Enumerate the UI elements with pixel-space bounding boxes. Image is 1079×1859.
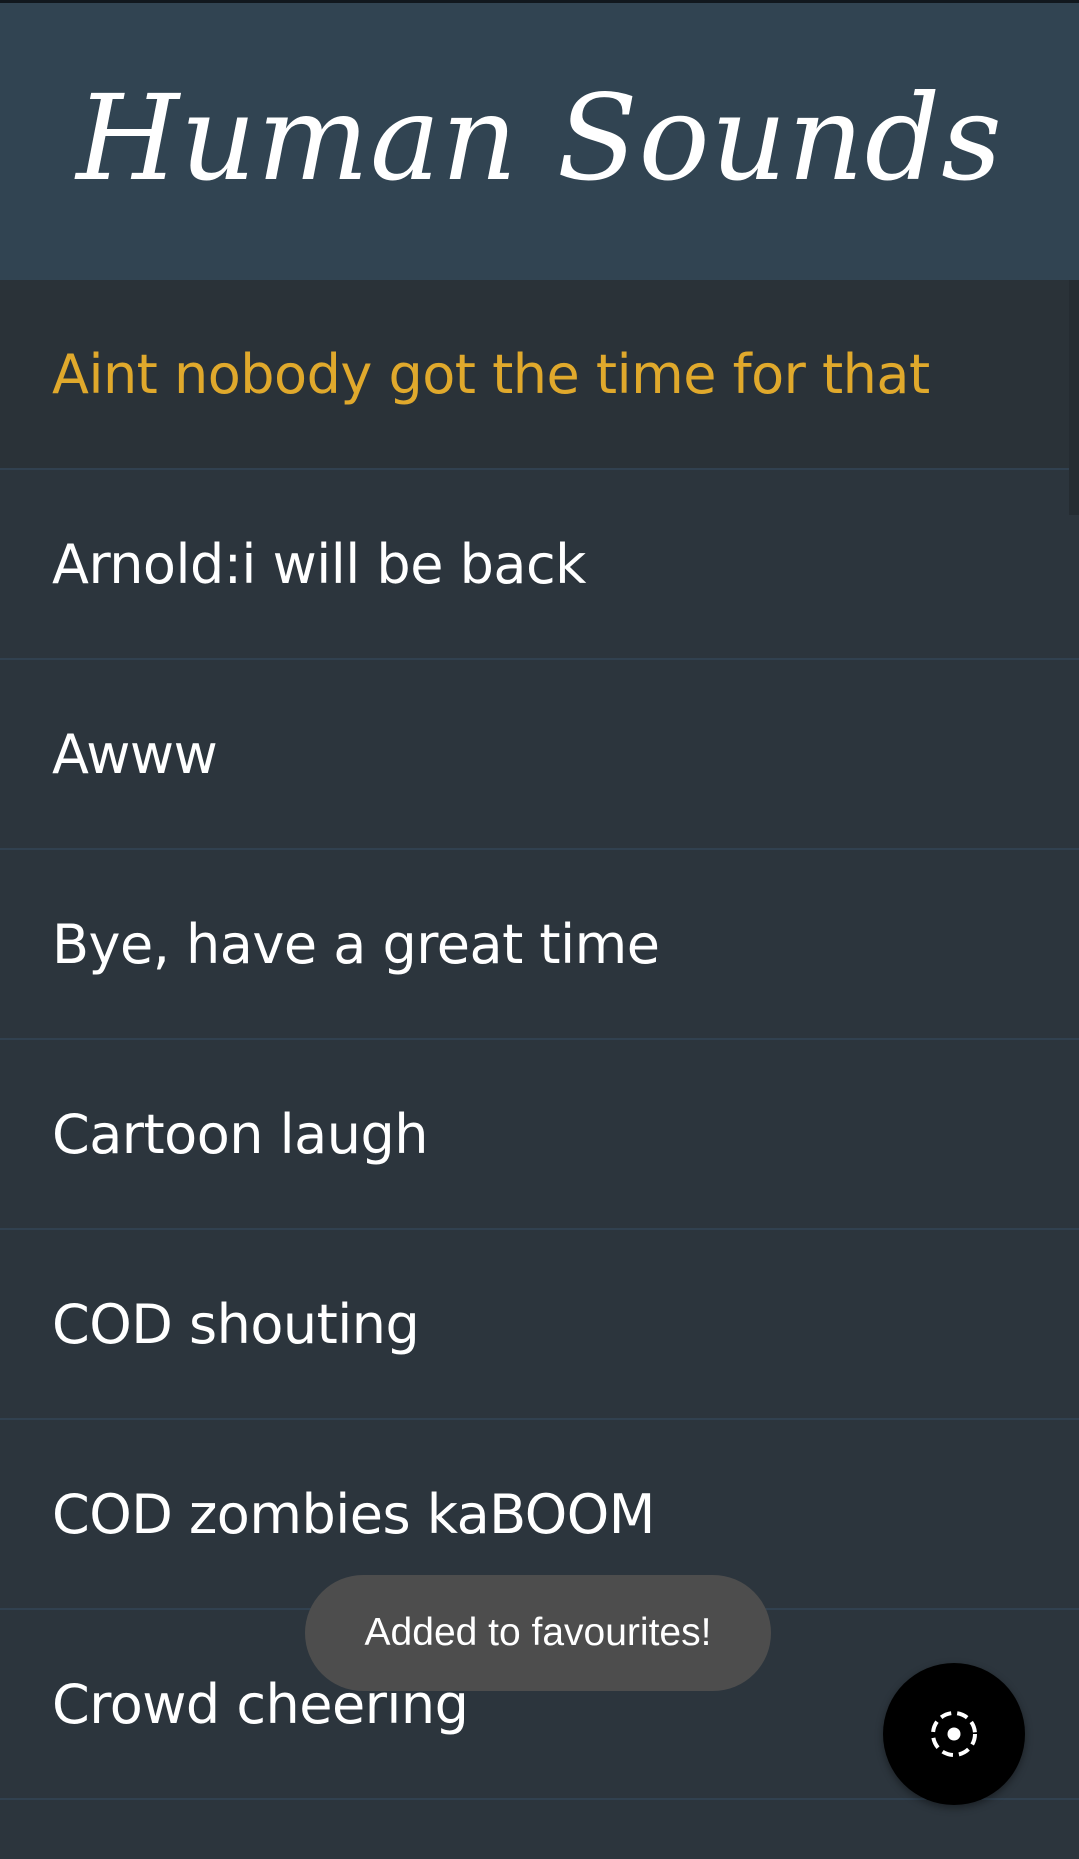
toast-message: Added to favourites! [305, 1575, 771, 1691]
sound-label: COD shouting [52, 1292, 420, 1356]
sound-list-item[interactable]: Arnold:i will be back [0, 470, 1079, 660]
floating-action-button[interactable] [883, 1663, 1025, 1805]
sound-label: Cartoon laugh [52, 1102, 428, 1166]
sound-label: Aint nobody got the time for that [52, 342, 930, 406]
sound-label: Awww [52, 722, 218, 786]
sound-label: COD zombies kaBOOM [52, 1482, 655, 1546]
app-title: Human Sounds [76, 68, 1003, 207]
sound-list-item[interactable]: Bye, have a great time [0, 850, 1079, 1040]
app-header: Human Sounds [0, 3, 1079, 280]
sound-label: Arnold:i will be back [52, 532, 586, 596]
sound-list-item[interactable]: Awww [0, 660, 1079, 850]
sound-list-item[interactable]: Aint nobody got the time for that [0, 280, 1079, 470]
sound-label: Bye, have a great time [52, 912, 660, 976]
dashed-circle-dot-icon [927, 1707, 981, 1761]
scrollbar-thumb[interactable] [1069, 280, 1079, 515]
sound-list-item[interactable]: COD shouting [0, 1230, 1079, 1420]
sound-list-item[interactable]: Cartoon laugh [0, 1040, 1079, 1230]
